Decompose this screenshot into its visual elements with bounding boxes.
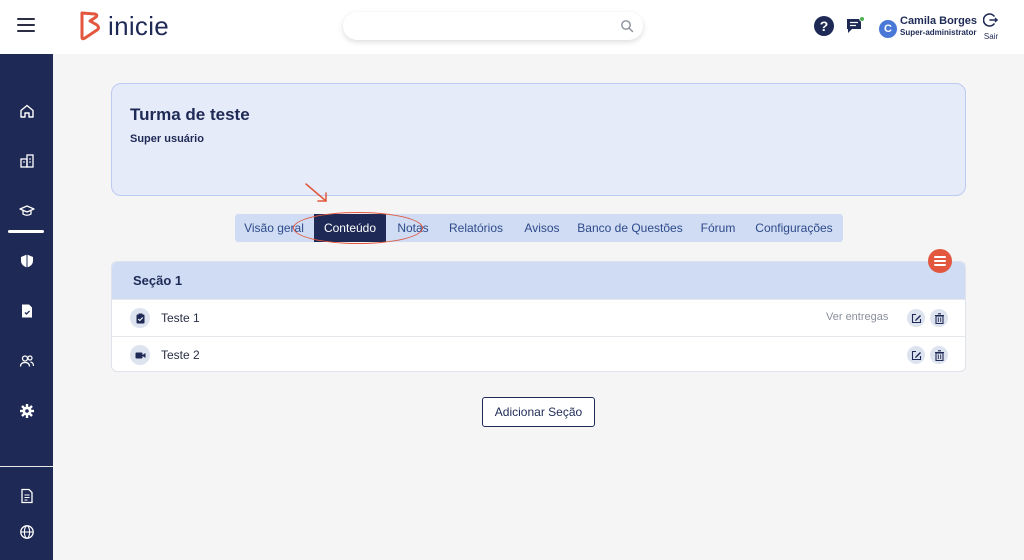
tab-avisos[interactable]: Avisos	[518, 214, 566, 242]
page-title: Turma de teste	[130, 105, 250, 124]
sidebar-divider	[0, 466, 53, 467]
sidebar-item-users[interactable]	[0, 346, 53, 376]
list-item[interactable]: Teste 2	[112, 336, 965, 371]
logo-text: inicie	[108, 10, 170, 41]
section-menu-button[interactable]	[928, 249, 952, 273]
sidebar-active-indicator	[8, 230, 44, 233]
file-icon	[21, 304, 32, 318]
user-menu[interactable]: C Camila Borges Super-administrator	[879, 15, 977, 38]
search-input[interactable]	[343, 12, 643, 40]
tab-banco-de-questoes[interactable]: Banco de Questões	[575, 214, 685, 242]
sidebar-item-reports[interactable]	[0, 481, 53, 511]
sidebar-item-school[interactable]	[0, 146, 53, 176]
content-section: Seção 1 Teste 1 Ver entregas Teste 2	[111, 261, 966, 372]
trash-icon[interactable]	[930, 346, 948, 364]
avatar: C	[879, 20, 897, 38]
sidebar-item-language[interactable]	[0, 517, 53, 547]
add-section-button[interactable]: Adicionar Seção	[482, 397, 595, 427]
video-icon	[130, 345, 150, 365]
tab-visao-geral[interactable]: Visão geral	[235, 214, 313, 242]
tab-notas[interactable]: Notas	[391, 214, 435, 242]
users-icon	[19, 355, 34, 367]
shield-icon	[20, 254, 33, 268]
course-tabs: Visão geral Conteúdo Notas Relatórios Av…	[235, 214, 843, 242]
sidebar-item-settings[interactable]	[0, 396, 53, 426]
chat-icon[interactable]	[845, 16, 865, 36]
edit-icon[interactable]	[907, 346, 925, 364]
tab-forum[interactable]: Fórum	[696, 214, 740, 242]
annotation-arrow-icon	[305, 183, 327, 202]
item-title[interactable]: Teste 1	[161, 311, 200, 325]
section-header: Seção 1	[112, 262, 965, 299]
user-role: Super-administrator	[900, 28, 977, 37]
graduation-cap-icon	[18, 205, 35, 216]
tab-relatorios[interactable]: Relatórios	[443, 214, 509, 242]
home-icon	[19, 104, 34, 118]
sidebar-item-classes[interactable]	[0, 196, 53, 226]
section-title: Seção 1	[133, 273, 183, 288]
logo[interactable]: inicie	[78, 10, 169, 42]
sidebar	[0, 54, 53, 560]
sidebar-item-documents[interactable]	[0, 296, 53, 326]
tab-configuracoes[interactable]: Configurações	[751, 214, 837, 242]
edit-icon[interactable]	[907, 309, 925, 327]
user-name: Camila Borges	[900, 15, 978, 27]
menu-icon[interactable]	[17, 18, 35, 32]
logout-icon	[982, 13, 998, 27]
view-submissions-link[interactable]: Ver entregas	[826, 311, 888, 323]
gear-icon	[19, 404, 34, 418]
sidebar-item-home[interactable]	[0, 96, 53, 126]
list-item[interactable]: Teste 1 Ver entregas	[112, 299, 965, 336]
logo-mark-icon	[80, 11, 100, 41]
globe-icon	[19, 525, 34, 539]
task-icon	[130, 308, 150, 328]
search-icon[interactable]	[620, 19, 634, 33]
logout-button[interactable]: Sair	[980, 12, 1002, 41]
tab-conteudo[interactable]: Conteúdo	[314, 214, 386, 242]
class-header-card: Turma de teste Super usuário	[111, 83, 966, 196]
trash-icon[interactable]	[930, 309, 948, 327]
logout-label: Sair	[983, 32, 999, 41]
item-title[interactable]: Teste 2	[161, 348, 200, 362]
help-icon[interactable]: ?	[814, 16, 834, 36]
sidebar-item-security[interactable]	[0, 246, 53, 276]
top-bar: inicie ? C Camila Borges Super-administr…	[0, 0, 1024, 54]
report-icon	[20, 488, 33, 504]
building-icon	[19, 154, 34, 168]
class-subtitle: Super usuário	[130, 133, 204, 145]
